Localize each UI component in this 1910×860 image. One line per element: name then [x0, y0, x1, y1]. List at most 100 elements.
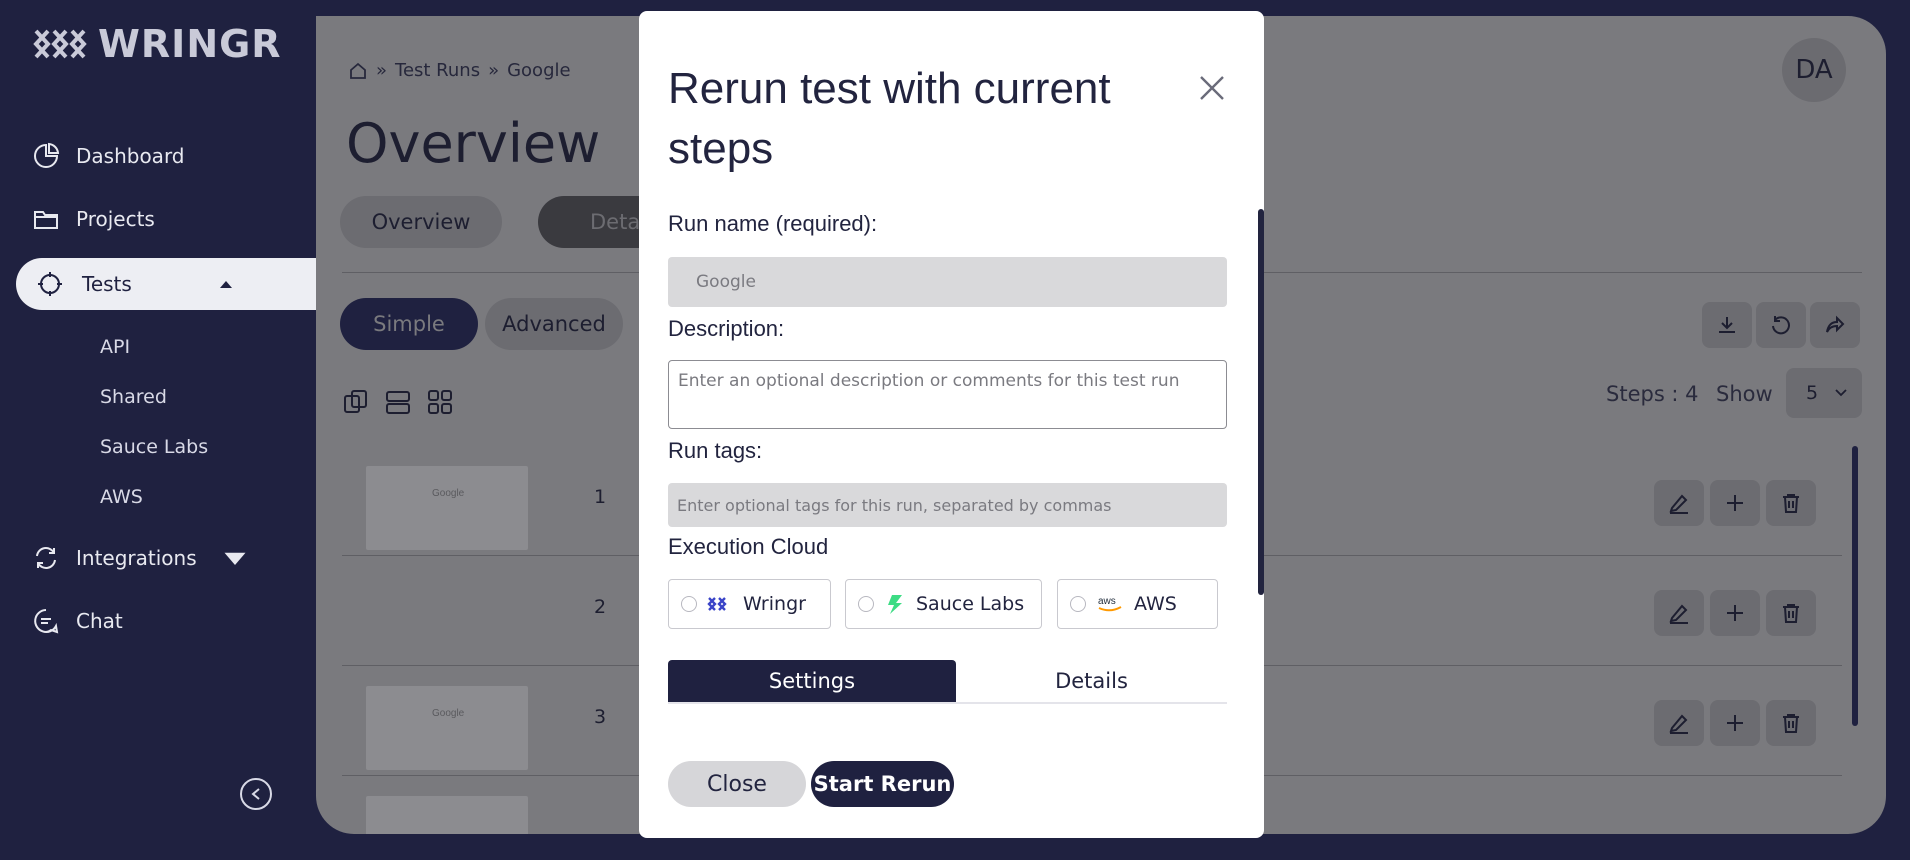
- sidebar-item-chat[interactable]: Chat: [32, 607, 123, 635]
- chevron-down-icon: [224, 552, 246, 565]
- wringr-logo-icon: [33, 29, 87, 59]
- trash-icon: [1783, 604, 1799, 623]
- page-title: Overview: [346, 112, 601, 175]
- sidebar-subitem-shared[interactable]: Shared: [100, 386, 167, 408]
- refresh-icon: [36, 547, 56, 569]
- step-thumbnail: Google: [366, 686, 528, 770]
- modal-title: Rerun test with current steps: [668, 64, 1111, 173]
- radio-wringr[interactable]: [681, 596, 697, 612]
- tab-overview[interactable]: Overview: [340, 196, 502, 248]
- close-icon[interactable]: [1197, 73, 1227, 103]
- cloud-option-aws[interactable]: aws AWS: [1057, 579, 1218, 629]
- chevron-right-icon: »: [376, 60, 388, 81]
- rerun-modal: Rerun test with current steps Run name (…: [639, 11, 1264, 838]
- plus-icon: [1727, 715, 1743, 731]
- close-button[interactable]: Close: [668, 761, 806, 807]
- breadcrumb: » Test Runs » Google: [348, 60, 571, 81]
- aws-logo-icon: aws: [1098, 596, 1122, 612]
- plus-icon: [1727, 605, 1743, 621]
- cloud-option-wringr[interactable]: Wringr: [668, 579, 831, 629]
- tab-details[interactable]: Details: [956, 660, 1227, 702]
- steps-count: Steps : 4: [1606, 382, 1699, 406]
- edit-step-button[interactable]: [1654, 700, 1704, 746]
- brand-logo[interactable]: WRINGR: [32, 22, 282, 66]
- edit-step-button[interactable]: [1654, 590, 1704, 636]
- download-icon: [1719, 317, 1735, 333]
- chat-icon: [34, 609, 59, 634]
- step-number: 1: [594, 486, 607, 508]
- sidebar-item-label: Integrations: [76, 546, 197, 570]
- grid-view-icon[interactable]: [426, 388, 454, 416]
- tab-divider: [668, 702, 1227, 704]
- home-icon[interactable]: [348, 61, 368, 81]
- pencil-icon: [1669, 714, 1688, 734]
- rerun-button[interactable]: [1756, 302, 1806, 348]
- description-field[interactable]: Enter an optional description or comment…: [668, 360, 1227, 429]
- sidebar-subitem-sauce-labs[interactable]: Sauce Labs: [100, 436, 208, 458]
- mode-advanced-button[interactable]: Advanced: [485, 298, 623, 350]
- list-view-icon[interactable]: [384, 388, 412, 416]
- collapse-sidebar-button[interactable]: [240, 778, 272, 810]
- sidebar-item-integrations[interactable]: Integrations: [32, 544, 249, 572]
- breadcrumb-test-runs[interactable]: Test Runs: [395, 60, 480, 81]
- pencil-icon: [1669, 494, 1688, 514]
- sidebar-item-dashboard[interactable]: Dashboard: [32, 142, 185, 170]
- step-thumbnail: [366, 796, 528, 834]
- sidebar: WRINGR Dashboard Projects Tests API Shar…: [0, 0, 316, 860]
- edit-step-button[interactable]: [1654, 480, 1704, 526]
- sauce-labs-logo-icon: [888, 595, 902, 614]
- trash-icon: [1783, 714, 1799, 733]
- radio-sauce-labs[interactable]: [858, 596, 874, 612]
- thumbnail-text: Google: [432, 708, 465, 719]
- step-number: 3: [594, 706, 607, 728]
- add-step-button[interactable]: [1710, 590, 1760, 636]
- delete-step-button[interactable]: [1766, 480, 1816, 526]
- chevron-right-icon: »: [488, 60, 500, 81]
- steps-scrollbar[interactable]: [1852, 446, 1858, 726]
- thumbnail-text: Google: [432, 488, 465, 499]
- description-label: Description:: [668, 316, 785, 341]
- run-tags-field[interactable]: Enter optional tags for this run, separa…: [668, 483, 1227, 527]
- pie-chart-icon: [34, 142, 60, 168]
- sidebar-item-projects[interactable]: Projects: [32, 205, 155, 233]
- wringr-logo-icon: [707, 597, 727, 611]
- plus-icon: [1727, 495, 1743, 511]
- sidebar-item-label: Dashboard: [76, 144, 185, 168]
- run-name-field[interactable]: Google: [668, 257, 1227, 307]
- share-button[interactable]: [1810, 302, 1860, 348]
- sidebar-item-tests[interactable]: Tests: [16, 258, 316, 310]
- cloud-label: Sauce Labs: [916, 593, 1025, 615]
- sidebar-item-label: Tests: [82, 272, 132, 296]
- pencil-icon: [1669, 604, 1688, 624]
- delete-step-button[interactable]: [1766, 700, 1816, 746]
- cloud-label: Wringr: [743, 593, 806, 615]
- sidebar-item-label: Chat: [76, 609, 123, 633]
- avatar[interactable]: DA: [1782, 38, 1846, 102]
- cloud-option-sauce-labs[interactable]: Sauce Labs: [845, 579, 1042, 629]
- radio-aws[interactable]: [1070, 596, 1086, 612]
- modal-scrollbar[interactable]: [1258, 209, 1264, 595]
- share-icon: [1826, 315, 1845, 333]
- add-step-button[interactable]: [1710, 480, 1760, 526]
- start-rerun-button[interactable]: Start Rerun: [811, 761, 954, 807]
- page-size-value: 5: [1806, 382, 1819, 404]
- breadcrumb-google[interactable]: Google: [507, 60, 570, 81]
- show-label: Show: [1716, 382, 1773, 406]
- sidebar-item-label: Projects: [76, 207, 155, 231]
- page-size-select[interactable]: 5: [1786, 368, 1862, 418]
- folder-icon: [34, 211, 58, 229]
- mode-simple-button[interactable]: Simple: [340, 298, 478, 350]
- step-thumbnail: Google: [366, 466, 528, 550]
- sidebar-subitem-api[interactable]: API: [100, 336, 130, 358]
- delete-step-button[interactable]: [1766, 590, 1816, 636]
- add-step-button[interactable]: [1710, 700, 1760, 746]
- tab-settings[interactable]: Settings: [668, 660, 956, 702]
- trash-icon: [1783, 494, 1799, 513]
- cloud-label: AWS: [1134, 593, 1177, 615]
- run-tags-label: Run tags:: [668, 438, 763, 463]
- chevron-down-icon: [1835, 389, 1847, 397]
- crosshair-icon: [38, 272, 62, 296]
- sidebar-subitem-aws[interactable]: AWS: [100, 486, 143, 508]
- download-button[interactable]: [1702, 302, 1752, 348]
- copy-view-icon[interactable]: [342, 388, 370, 416]
